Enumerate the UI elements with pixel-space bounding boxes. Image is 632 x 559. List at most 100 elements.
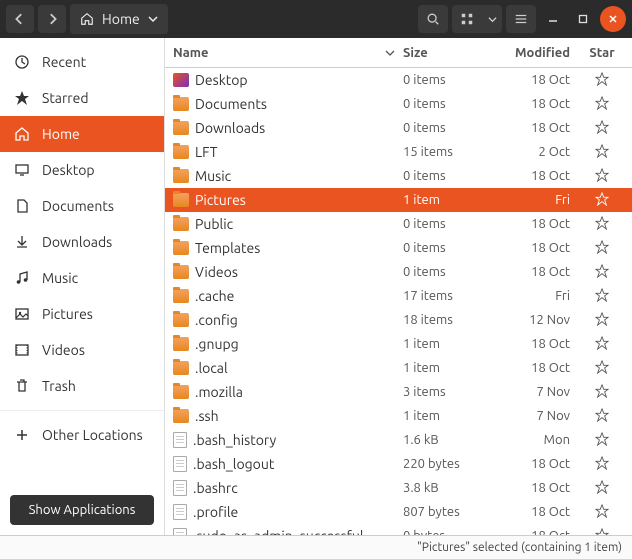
star-outline-icon[interactable] — [595, 240, 609, 254]
sort-descending-icon — [385, 48, 395, 58]
star-outline-icon[interactable] — [595, 96, 609, 110]
file-name: .cache — [195, 288, 234, 304]
folder-icon — [173, 193, 189, 207]
file-size: 18 items — [403, 313, 453, 327]
file-row[interactable]: Videos0 items18 Oct — [165, 260, 632, 284]
star-outline-icon[interactable] — [595, 408, 609, 422]
star-outline-icon[interactable] — [595, 432, 609, 446]
file-size: 3 items — [403, 385, 446, 399]
file-row[interactable]: Downloads0 items18 Oct — [165, 116, 632, 140]
sidebar-item-documents[interactable]: Documents — [0, 188, 164, 224]
trash-icon — [14, 378, 30, 394]
file-row[interactable]: .local1 item18 Oct — [165, 356, 632, 380]
sidebar-item-recent[interactable]: Recent — [0, 44, 164, 80]
file-row[interactable]: .bashrc3.8 kB18 Oct — [165, 476, 632, 500]
file-size: 17 items — [403, 289, 453, 303]
home-icon — [14, 126, 30, 142]
main-area: Recent Starred Home Desktop Documents Do… — [0, 38, 632, 535]
star-outline-icon[interactable] — [595, 120, 609, 134]
file-modified: 18 Oct — [531, 121, 570, 135]
close-button[interactable] — [600, 6, 626, 32]
sidebar-item-videos[interactable]: Videos — [0, 332, 164, 368]
file-row[interactable]: .ssh1 item7 Nov — [165, 404, 632, 428]
star-outline-icon[interactable] — [595, 312, 609, 326]
chevron-right-icon — [46, 13, 58, 25]
file-row[interactable]: LFT15 items2 Oct — [165, 140, 632, 164]
file-name: Public — [195, 216, 233, 232]
star-outline-icon[interactable] — [595, 504, 609, 518]
sidebar-item-desktop[interactable]: Desktop — [0, 152, 164, 188]
file-size: 15 items — [403, 145, 453, 159]
file-size: 1 item — [403, 337, 440, 351]
sidebar-item-starred[interactable]: Starred — [0, 80, 164, 116]
file-size: 0 items — [403, 217, 446, 231]
folder-icon — [173, 265, 189, 279]
nav-forward-button[interactable] — [38, 5, 66, 33]
star-outline-icon[interactable] — [595, 336, 609, 350]
path-button[interactable]: Home — [70, 4, 168, 34]
hamburger-menu-button[interactable] — [506, 5, 536, 33]
minimize-button[interactable] — [540, 6, 566, 32]
column-header-modified[interactable]: Modified — [483, 46, 578, 60]
icon-view-button[interactable] — [452, 5, 482, 33]
file-row[interactable]: .bash_logout220 bytes18 Oct — [165, 452, 632, 476]
star-outline-icon[interactable] — [595, 288, 609, 302]
file-modified: 18 Oct — [531, 73, 570, 87]
file-row[interactable]: .profile807 bytes18 Oct — [165, 500, 632, 524]
desktop-icon — [14, 162, 30, 178]
grid-icon — [460, 12, 474, 26]
column-header-name[interactable]: Name — [165, 46, 403, 60]
file-row[interactable]: .cache17 itemsFri — [165, 284, 632, 308]
search-button[interactable] — [418, 5, 448, 33]
file-modified: 12 Nov — [529, 313, 570, 327]
sidebar-item-pictures[interactable]: Pictures — [0, 296, 164, 332]
file-row[interactable]: .mozilla3 items7 Nov — [165, 380, 632, 404]
star-outline-icon[interactable] — [595, 360, 609, 374]
file-name: .config — [195, 312, 238, 328]
star-outline-icon[interactable] — [595, 216, 609, 230]
sidebar-item-trash[interactable]: Trash — [0, 368, 164, 404]
file-name: .mozilla — [195, 384, 243, 400]
view-mode-group — [452, 5, 502, 33]
column-header-size[interactable]: Size — [403, 46, 483, 60]
chevron-down-icon — [148, 14, 158, 24]
file-rows[interactable]: Desktop0 items18 OctDocuments0 items18 O… — [165, 68, 632, 535]
file-modified: 18 Oct — [531, 481, 570, 495]
sidebar: Recent Starred Home Desktop Documents Do… — [0, 38, 165, 535]
file-row[interactable]: .gnupg1 item18 Oct — [165, 332, 632, 356]
home-icon — [80, 12, 94, 26]
file-row[interactable]: Music0 items18 Oct — [165, 164, 632, 188]
nav-back-button[interactable] — [6, 5, 34, 33]
star-outline-icon[interactable] — [595, 384, 609, 398]
star-outline-icon[interactable] — [595, 168, 609, 182]
star-outline-icon[interactable] — [595, 144, 609, 158]
sidebar-item-music[interactable]: Music — [0, 260, 164, 296]
file-name: .profile — [193, 504, 238, 520]
file-row[interactable]: Pictures1 itemFri — [165, 188, 632, 212]
file-row[interactable]: .bash_history1.6 kBMon — [165, 428, 632, 452]
show-applications-button[interactable]: Show Applications — [10, 495, 154, 525]
sidebar-item-home[interactable]: Home — [0, 116, 164, 152]
file-row[interactable]: Templates0 items18 Oct — [165, 236, 632, 260]
file-row[interactable]: Documents0 items18 Oct — [165, 92, 632, 116]
star-outline-icon[interactable] — [595, 528, 609, 536]
file-row[interactable]: Public0 items18 Oct — [165, 212, 632, 236]
file-row[interactable]: Desktop0 items18 Oct — [165, 68, 632, 92]
sidebar-item-downloads[interactable]: Downloads — [0, 224, 164, 260]
maximize-button[interactable] — [570, 6, 596, 32]
file-row[interactable]: .config 18 items 12 Nov — [165, 308, 632, 332]
column-header-star[interactable]: Star — [578, 46, 626, 60]
star-outline-icon[interactable] — [595, 192, 609, 206]
star-outline-icon[interactable] — [595, 264, 609, 278]
star-outline-icon[interactable] — [595, 480, 609, 494]
star-outline-icon[interactable] — [595, 72, 609, 86]
sidebar-item-label: Videos — [42, 342, 85, 358]
file-row[interactable]: .sudo_as_admin_successful0 bytes18 Oct — [165, 524, 632, 535]
folder-icon — [173, 145, 189, 159]
text-file-icon — [173, 456, 187, 472]
star-outline-icon[interactable] — [595, 456, 609, 470]
sidebar-item-other-locations[interactable]: Other Locations — [0, 417, 164, 453]
file-modified: 2 Oct — [538, 145, 570, 159]
folder-icon — [173, 241, 189, 255]
view-dropdown-button[interactable] — [482, 5, 502, 33]
